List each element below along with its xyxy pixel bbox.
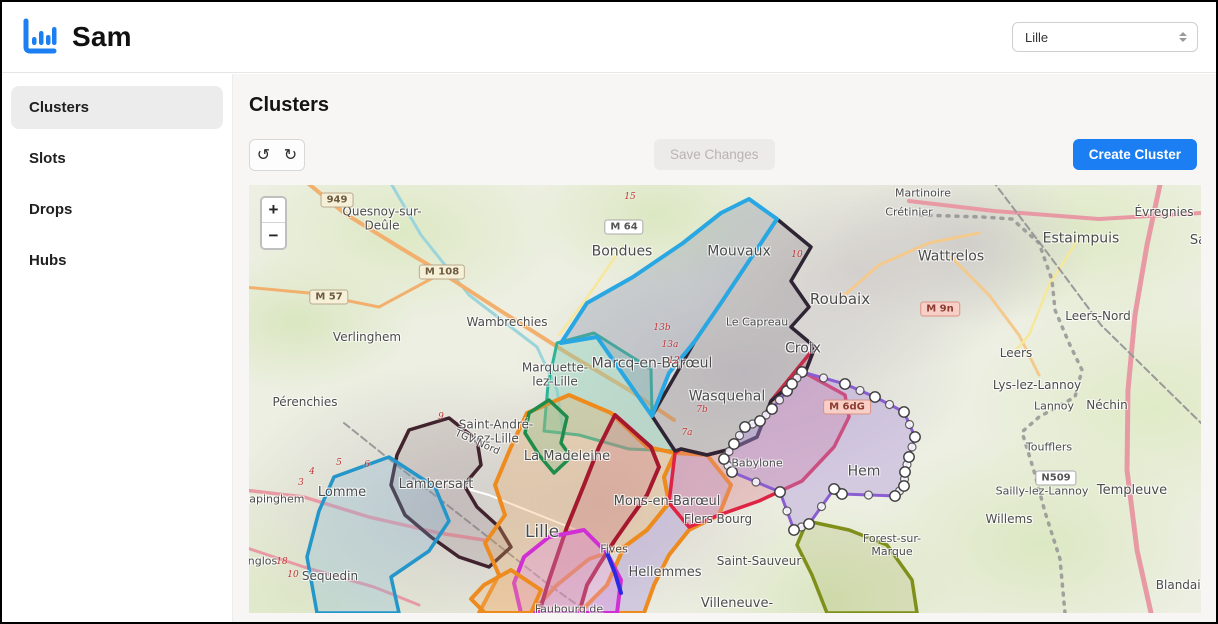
vertex-handle[interactable] (870, 392, 880, 402)
cluster-lomme-blue[interactable] (307, 457, 449, 613)
vertex-midpoint-handle[interactable] (865, 491, 873, 499)
zoom-out-button[interactable]: − (262, 223, 285, 248)
zoom-in-button[interactable]: + (262, 198, 285, 223)
vertex-handle[interactable] (804, 519, 814, 529)
vertex-handle[interactable] (890, 491, 900, 501)
vertex-handle[interactable] (787, 379, 797, 389)
vertex-handle[interactable] (727, 467, 737, 477)
undo-redo-group: ↺ ↻ (249, 139, 305, 171)
vertex-handle[interactable] (899, 481, 909, 491)
map-zoom-control: + − (260, 196, 287, 250)
vertex-handle[interactable] (775, 487, 785, 497)
vertex-midpoint-handle[interactable] (736, 432, 744, 440)
redo-button[interactable]: ↻ (277, 140, 304, 170)
undo-button[interactable]: ↺ (250, 140, 277, 170)
vertex-handle[interactable] (910, 432, 920, 442)
create-cluster-button[interactable]: Create Cluster (1073, 139, 1197, 170)
main-content: Clusters ↺ ↻ Save Changes Create Cluster… (233, 74, 1216, 622)
vertex-handle[interactable] (829, 484, 839, 494)
vertex-midpoint-handle[interactable] (818, 503, 826, 511)
app-header: Sam Lille (2, 2, 1216, 73)
vertex-handle[interactable] (789, 525, 799, 535)
app-title: Sam (72, 21, 132, 53)
sidebar-item-clusters[interactable]: Clusters (11, 86, 223, 129)
vertex-midpoint-handle[interactable] (886, 401, 894, 409)
page-title: Clusters (249, 94, 1197, 117)
vertex-midpoint-handle[interactable] (906, 421, 914, 429)
bar-chart-logo-icon (20, 17, 60, 57)
vertex-midpoint-handle[interactable] (908, 443, 916, 451)
vertex-handle[interactable] (840, 379, 850, 389)
vertex-midpoint-handle[interactable] (820, 374, 828, 382)
map-clusters-layer (249, 185, 1201, 613)
vertex-handle[interactable] (899, 407, 909, 417)
toolbar: ↺ ↻ Save Changes Create Cluster (249, 139, 1197, 171)
vertex-handle[interactable] (719, 454, 729, 464)
save-changes-button[interactable]: Save Changes (654, 139, 775, 170)
cluster-villeneuve-olive[interactable] (797, 521, 917, 613)
vertex-handle[interactable] (755, 416, 765, 426)
vertex-handle[interactable] (900, 467, 910, 477)
city-selector[interactable]: Lille (1012, 22, 1198, 52)
vertex-midpoint-handle[interactable] (776, 396, 784, 404)
vertex-handle[interactable] (729, 439, 739, 449)
vertex-handle[interactable] (740, 422, 750, 432)
sidebar-item-drops[interactable]: Drops (11, 188, 223, 231)
vertex-handle[interactable] (767, 404, 777, 414)
vertex-midpoint-handle[interactable] (856, 387, 864, 395)
vertex-handle[interactable] (904, 452, 914, 462)
vertex-midpoint-handle[interactable] (783, 507, 791, 515)
select-chevrons-icon (1179, 32, 1187, 42)
vertex-midpoint-handle[interactable] (752, 478, 760, 486)
sidebar-item-slots[interactable]: Slots (11, 137, 223, 180)
map-canvas[interactable]: Quesnoy-sur- DeûleBonduesMouvauxMartinoi… (249, 185, 1201, 613)
sidebar-item-hubs[interactable]: Hubs (11, 239, 223, 282)
city-selector-value: Lille (1025, 30, 1048, 45)
app-logo[interactable]: Sam (20, 17, 132, 57)
sidebar-nav: Clusters Slots Drops Hubs (2, 74, 233, 622)
